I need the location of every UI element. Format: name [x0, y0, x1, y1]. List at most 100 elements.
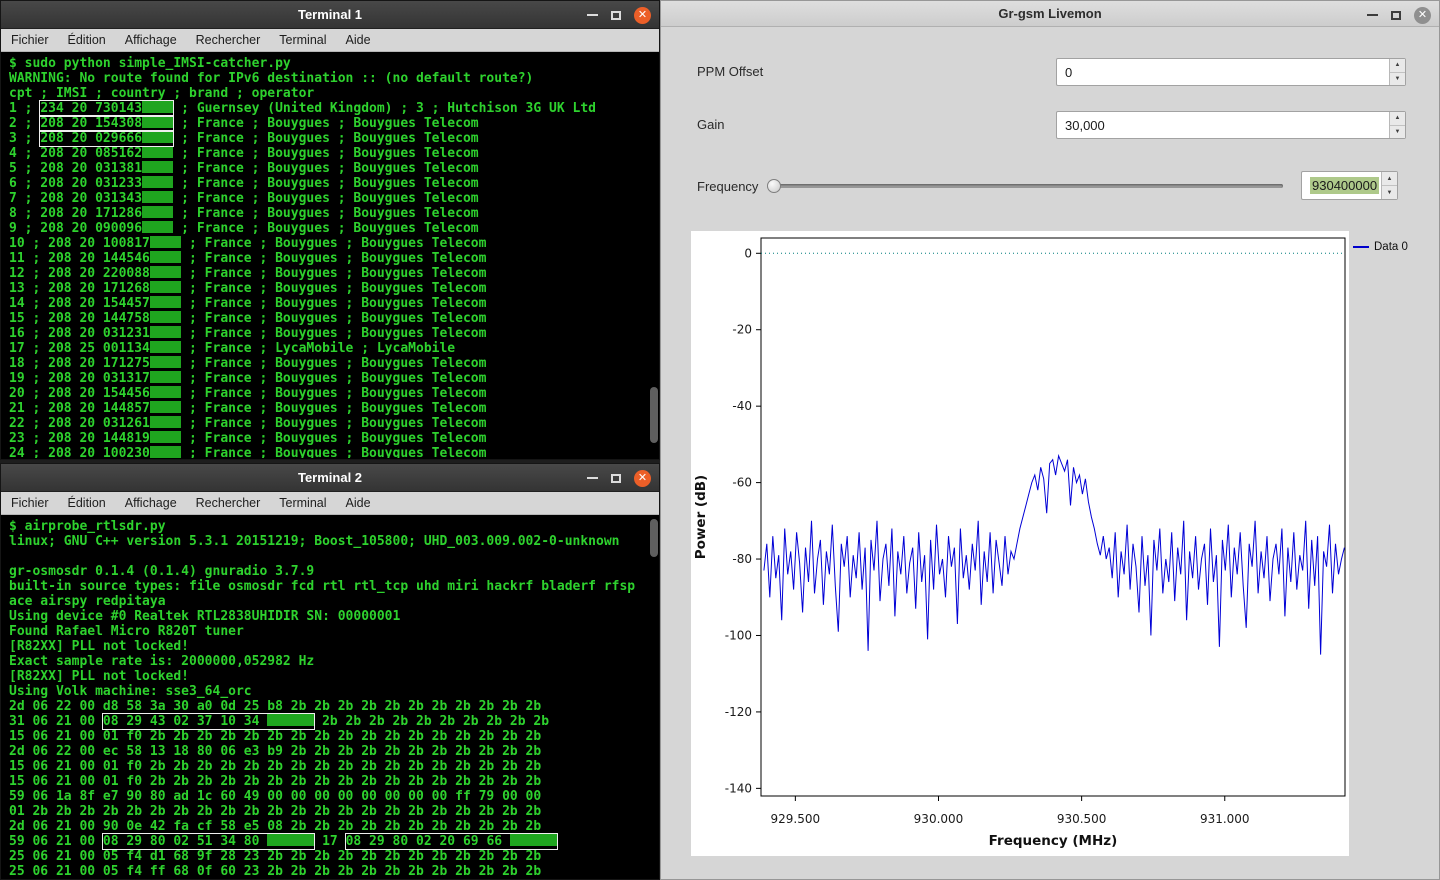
close-button[interactable]: ✕ [634, 6, 651, 24]
x-axis-title: Frequency (MHz) [989, 833, 1118, 849]
terminal-line: 15 06 21 00 01 f0 2b 2b 2b 2b 2b 2b 2b 2… [9, 759, 658, 774]
terminal-line: 1 ; 234 20 730143 ; Guernsey (United Kin… [9, 100, 658, 117]
terminal-line: Using Volk machine: sse3_64_orc [9, 684, 658, 699]
titlebar[interactable]: Terminal 1 ✕ [1, 1, 659, 29]
menu-item-edition[interactable]: Édition [68, 496, 106, 510]
maximize-button[interactable] [611, 10, 621, 20]
menu-item-fichier[interactable]: Fichier [11, 33, 49, 47]
spectrum-plot[interactable]: 929.500 930.000 930.500 931.000 0 -20 -40 -60 -8… [691, 231, 1349, 856]
terminal-output[interactable]: $ sudo python simple_IMSI-catcher.py WARN… [2, 53, 658, 458]
terminal-text: ; France ; Bouygues ; Bouygues Telecom [173, 221, 479, 236]
terminal-line: 3 ; 208 20 029666 ; France ; Bouygues ; … [9, 130, 658, 147]
redaction-block [142, 131, 174, 143]
redaction-block [142, 161, 174, 173]
maximize-button[interactable] [1391, 10, 1401, 20]
minimize-button[interactable] [1367, 14, 1378, 16]
frequency-spinbox[interactable]: 930400000 ▲ ▼ [1301, 171, 1398, 200]
highlight-box: 08 29 80 02 20 69 66 [344, 833, 558, 850]
terminal-line: 11 ; 208 20 144546 ; France ; Bouygues ;… [9, 251, 658, 266]
menu-item-terminal[interactable]: Terminal [279, 496, 326, 510]
spectrum-plot-svg[interactable]: 929.500 930.000 930.500 931.000 0 -20 -40 -60 -8… [691, 231, 1349, 856]
frequency-slider-track[interactable] [773, 184, 1283, 188]
terminal-line: 18 ; 208 20 171275 ; France ; Bouygues ;… [9, 356, 658, 371]
terminal-text: 4 ; 208 20 085162 [9, 146, 143, 161]
terminal-text: 15 06 21 00 01 f0 2b 2b 2b 2b 2b 2b 2b 2… [9, 729, 542, 744]
close-button[interactable]: ✕ [634, 469, 651, 487]
frequency-slider-handle[interactable] [767, 179, 781, 193]
terminal-text: ; France ; Bouygues ; Bouygues Telecom [181, 371, 487, 386]
frequency-value[interactable]: 930400000 [1310, 177, 1380, 194]
close-button[interactable]: ✕ [1414, 6, 1431, 24]
terminal-line: 59 06 21 00 08 29 80 02 51 34 80 17 08 2… [9, 833, 658, 850]
menu-item-rechercher[interactable]: Rechercher [196, 33, 261, 47]
spin-down-button[interactable]: ▼ [1390, 73, 1405, 86]
menu-item-terminal[interactable]: Terminal [279, 33, 326, 47]
redaction-block [267, 714, 315, 726]
gain-spinbox[interactable]: 30,000 ▲ ▼ [1056, 111, 1406, 139]
terminal-text: 20 ; 208 20 154456 [9, 386, 150, 401]
minimize-button[interactable] [587, 14, 598, 16]
terminal-line: 17 ; 208 25 001134 ; France ; LycaMobile… [9, 341, 658, 356]
terminal-line: 59 06 1a 8f e7 90 80 ad 1c 60 49 00 00 0… [9, 789, 658, 804]
spin-up-button[interactable]: ▲ [1390, 59, 1405, 73]
spin-down-button[interactable]: ▼ [1390, 126, 1405, 139]
maximize-button[interactable] [611, 473, 621, 483]
y-axis-tick-label: 0 [744, 246, 752, 260]
menu-item-aide[interactable]: Aide [346, 33, 371, 47]
menu-item-rechercher[interactable]: Rechercher [196, 496, 261, 510]
terminal-line: $ sudo python simple_IMSI-catcher.py [9, 56, 658, 71]
scrollbar-thumb[interactable] [650, 519, 658, 557]
terminal-line: 20 ; 208 20 154456 ; France ; Bouygues ;… [9, 386, 658, 401]
livemon-window: Gr-gsm Livemon ✕ PPM Offset 0 ▲ ▼ Gain 3… [660, 0, 1440, 880]
terminal-line: 01 2b 2b 2b 2b 2b 2b 2b 2b 2b 2b 2b 2b 2… [9, 804, 658, 819]
redaction-block [142, 146, 174, 158]
terminal-text: ; France ; Bouygues ; Bouygues Telecom [173, 206, 479, 221]
menu-item-affichage[interactable]: Affichage [125, 496, 177, 510]
menu-item-aide[interactable]: Aide [346, 496, 371, 510]
y-axis-tick-label: -120 [725, 705, 752, 719]
terminal-line: 25 06 21 00 05 f4 d1 68 9f 28 23 2b 2b 2… [9, 849, 658, 864]
ppm-offset-value[interactable]: 0 [1065, 59, 1072, 85]
terminal-text: 208 20 154308 [40, 116, 143, 131]
terminal-text: Exact sample rate is: 2000000,052982 Hz [9, 654, 315, 669]
menu-item-affichage[interactable]: Affichage [125, 33, 177, 47]
terminal-line: 24 ; 208 20 100230 ; France ; Bouygues ;… [9, 446, 658, 458]
titlebar[interactable]: Gr-gsm Livemon ✕ [661, 1, 1439, 27]
terminal-text: 8 ; 208 20 171286 [9, 206, 143, 221]
y-axis-tick-label: -40 [732, 399, 752, 413]
spin-up-button[interactable]: ▲ [1390, 112, 1405, 126]
minimize-button[interactable] [587, 477, 598, 479]
x-axis-tick-label: 931.000 [1200, 812, 1250, 826]
plot-canvas[interactable] [760, 237, 1346, 797]
terminal-text: 7 ; 208 20 031343 [9, 191, 143, 206]
redaction-block [149, 401, 182, 413]
terminal-text: 6 ; 208 20 031233 [9, 176, 143, 191]
scrollbar-thumb[interactable] [650, 387, 658, 443]
menu-item-edition[interactable]: Édition [68, 33, 106, 47]
ppm-offset-label: PPM Offset [697, 64, 764, 79]
titlebar[interactable]: Terminal 2 ✕ [1, 464, 659, 492]
terminal-line: 15 ; 208 20 144758 ; France ; Bouygues ;… [9, 311, 658, 326]
close-icon: ✕ [637, 471, 648, 484]
terminal-text: ; France ; Bouygues ; Bouygues Telecom [173, 116, 479, 131]
terminal-text: [R82XX] PLL not locked! [9, 639, 190, 654]
terminal-text: 16 ; 208 20 031231 [9, 326, 150, 341]
terminal-text: Found Rafael Micro R820T tuner [9, 624, 244, 639]
redaction-block [149, 281, 182, 293]
terminal-line: Found Rafael Micro R820T tuner [9, 624, 658, 639]
gain-value[interactable]: 30,000 [1065, 112, 1105, 138]
terminal-text: ; France ; Bouygues ; Bouygues Telecom [173, 176, 479, 191]
terminal-text: 15 ; 208 20 144758 [9, 311, 150, 326]
spin-up-button[interactable]: ▲ [1382, 172, 1397, 186]
terminal-text: 2d 06 21 00 90 0e 42 fa cf 58 e5 08 2b 2… [9, 819, 542, 834]
terminal-text: 10 ; 208 20 100817 [9, 236, 150, 251]
terminal-1-window: Terminal 1 ✕ Fichier Édition Affichage Rech… [0, 0, 660, 460]
ppm-offset-spinbox[interactable]: 0 ▲ ▼ [1056, 58, 1406, 86]
terminal-text: 21 ; 208 20 144857 [9, 401, 150, 416]
terminal-output[interactable]: $ airprobe_rtlsdr.py linux; GNU C++ versi… [2, 516, 658, 878]
menu-item-fichier[interactable]: Fichier [11, 496, 49, 510]
y-axis-tick-label: -140 [725, 781, 752, 795]
terminal-text: 08 29 80 02 51 34 80 [102, 834, 268, 849]
spin-down-button[interactable]: ▼ [1382, 186, 1397, 199]
